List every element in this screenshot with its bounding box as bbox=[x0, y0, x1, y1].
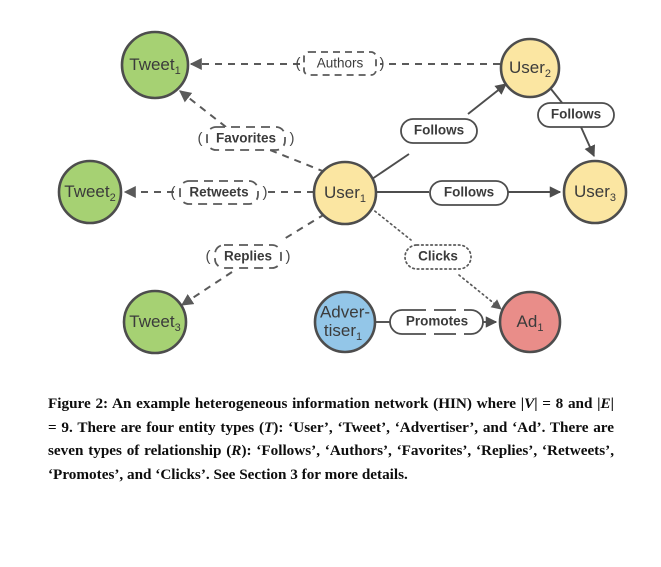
node-user3[interactable]: User3 bbox=[562, 159, 628, 225]
edge-label-clicks-text: Clicks bbox=[418, 249, 458, 264]
edge-segment-clicks-upper bbox=[370, 207, 412, 241]
edge-label-favorites-paren-right: ) bbox=[290, 130, 295, 147]
node-tweet2[interactable]: Tweet2 bbox=[57, 159, 123, 225]
node-tweet1[interactable]: Tweet1 bbox=[120, 30, 190, 100]
caption-line1: An example heterogeneous information net… bbox=[112, 395, 429, 412]
edge-label-retweets-paren-left: ( bbox=[171, 184, 176, 201]
caption-seg-2b: | = 8 and | bbox=[534, 395, 601, 412]
node-user1-label: User1 bbox=[324, 183, 366, 204]
edge-label-follows-user1-user3[interactable]: Follows bbox=[429, 180, 509, 206]
figure-caption: Figure 2: An example heterogeneous infor… bbox=[48, 392, 614, 486]
edge-label-follows12-text: Follows bbox=[414, 123, 464, 138]
edge-labels-layer: ( ) Authors ( ) Favorites ( ) Retweets (… bbox=[171, 51, 615, 336]
edge-label-authors-paren-right: ) bbox=[380, 55, 385, 72]
hin-diagram: Tweet1 Tweet2 Tweet3 User1 User2 User3 A… bbox=[57, 30, 628, 355]
caption-sym-T: T bbox=[264, 418, 274, 436]
edge-segment-follows12-lower bbox=[371, 153, 410, 180]
edge-label-follows23-text: Follows bbox=[551, 107, 601, 122]
caption-sym-V: V bbox=[524, 395, 535, 412]
edge-segment-favorites-upper bbox=[179, 90, 227, 128]
node-tweet1-label: Tweet1 bbox=[129, 55, 180, 76]
edge-segment-clicks-lower bbox=[458, 274, 502, 310]
edge-segment-follows23-upper bbox=[550, 88, 564, 105]
caption-line6: for more details. bbox=[301, 465, 408, 483]
edge-segment-replies-lower bbox=[180, 271, 233, 306]
node-tweet3[interactable]: Tweet3 bbox=[122, 289, 188, 355]
caption-prefix: Figure 2: bbox=[48, 395, 109, 412]
edge-label-follows-user1-user2[interactable]: Follows bbox=[400, 118, 478, 144]
caption-seg-4b: ): ‘Follows’, ‘Authors’, ‘Favorites’, bbox=[241, 442, 472, 459]
edge-label-promotes[interactable]: Promotes bbox=[389, 308, 484, 336]
edge-segment-follows12-upper bbox=[467, 83, 507, 115]
edge-label-replies-text: Replies bbox=[224, 249, 272, 264]
edge-label-replies[interactable]: ( ) Replies bbox=[206, 244, 291, 269]
node-ad1[interactable]: Ad1 bbox=[498, 290, 562, 354]
edge-label-clicks[interactable]: Clicks bbox=[404, 244, 472, 270]
node-tweet3-label: Tweet3 bbox=[129, 312, 180, 333]
edge-label-authors[interactable]: ( ) Authors bbox=[296, 51, 385, 76]
edge-label-replies-paren-left: ( bbox=[206, 248, 211, 265]
edge-label-replies-paren-right: ) bbox=[286, 248, 291, 265]
edge-label-favorites-text: Favorites bbox=[216, 131, 276, 146]
figure-container: Tweet1 Tweet2 Tweet3 User1 User2 User3 A… bbox=[0, 0, 661, 567]
caption-seg-2a: (HIN) where | bbox=[433, 395, 525, 412]
edge-label-retweets-text: Retweets bbox=[189, 185, 248, 200]
edge-label-retweets-paren-right: ) bbox=[263, 184, 268, 201]
node-tweet2-label: Tweet2 bbox=[64, 182, 115, 203]
edge-label-favorites[interactable]: ( ) Favorites bbox=[198, 126, 295, 151]
edge-label-authors-text: Authors bbox=[317, 56, 364, 71]
node-advertiser1[interactable]: Adver- tiser1 bbox=[313, 290, 377, 354]
edge-label-favorites-paren-left: ( bbox=[198, 130, 203, 147]
node-advertiser1-label-line1: Adver- bbox=[320, 302, 370, 321]
caption-sym-E: E bbox=[600, 395, 611, 412]
node-user2[interactable]: User2 bbox=[499, 37, 561, 99]
caption-sym-R: R bbox=[231, 442, 242, 459]
edge-label-authors-paren-left: ( bbox=[296, 55, 301, 72]
caption-seg-4a: types of relationship ( bbox=[88, 442, 232, 459]
edge-segment-follows23-lower bbox=[580, 126, 596, 158]
node-user3-label: User3 bbox=[574, 182, 616, 203]
edge-segment-favorites-lower bbox=[269, 149, 326, 173]
edge-segment-replies-upper bbox=[283, 213, 326, 240]
node-user2-label: User2 bbox=[509, 58, 551, 79]
edge-label-follows-user2-user3[interactable]: Follows bbox=[537, 102, 615, 128]
edge-label-promotes-text: Promotes bbox=[406, 314, 468, 329]
edge-label-follows13-text: Follows bbox=[444, 185, 494, 200]
node-user1[interactable]: User1 bbox=[312, 160, 378, 226]
edge-label-retweets[interactable]: ( ) Retweets bbox=[171, 180, 268, 205]
